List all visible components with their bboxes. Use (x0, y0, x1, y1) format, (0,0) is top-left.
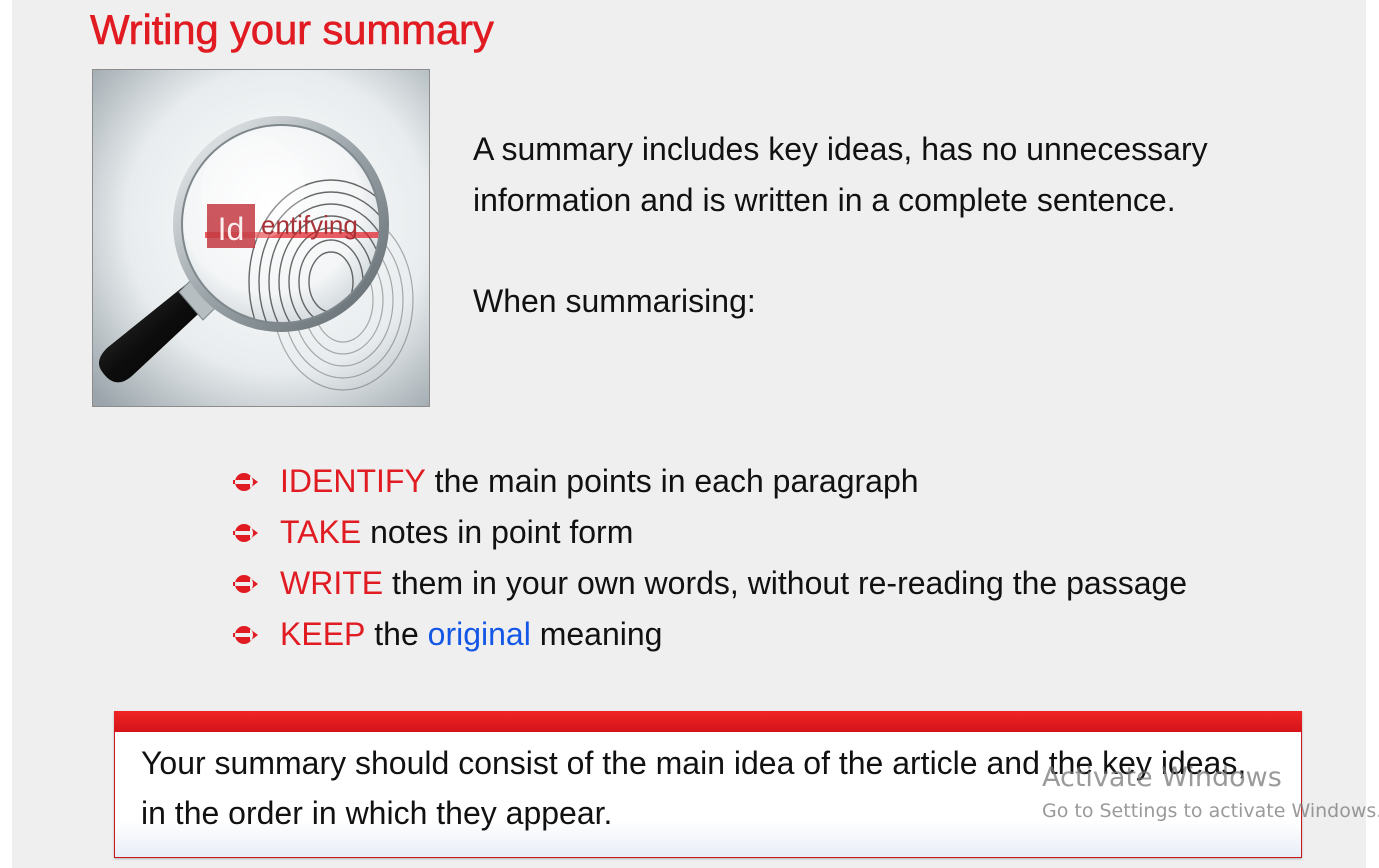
summary-note-box: Your summary should consist of the main … (114, 711, 1302, 858)
slide: Writing your summary Id entifying A summ… (12, 0, 1366, 868)
intro-text: A summary includes key ideas, has no unn… (473, 131, 1208, 218)
step-keyword: KEEP (280, 616, 366, 652)
arrow-bullet-icon (232, 623, 280, 647)
illustration-caption-prefix: Id (218, 211, 245, 247)
illustration-caption-rest: entifying (261, 210, 358, 240)
list-item: WRITE them in your own words, without re… (232, 558, 1187, 609)
step-text: notes in point form (361, 514, 634, 550)
note-header-bar (114, 711, 1302, 732)
step-text: them in your own words, without re-readi… (383, 565, 1188, 601)
arrow-bullet-icon (232, 470, 280, 494)
step-keyword: IDENTIFY (280, 463, 426, 499)
step-text: the main points in each paragraph (425, 463, 919, 499)
slide-title: Writing your summary (90, 6, 494, 54)
step-keyword: WRITE (280, 565, 384, 601)
lead-in-text: When summarising: (473, 283, 756, 319)
highlighted-word: original (427, 616, 531, 652)
step-text: the (365, 616, 428, 652)
summary-note-text: Your summary should consist of the main … (141, 745, 1247, 831)
arrow-bullet-icon (232, 521, 280, 545)
steps-list: IDENTIFY the main points in each paragra… (232, 456, 1187, 660)
fingerprint-magnifier-image: Id entifying (92, 69, 430, 407)
step-text: meaning (530, 616, 663, 652)
step-keyword: TAKE (280, 514, 362, 550)
arrow-bullet-icon (232, 572, 280, 596)
list-item: TAKE notes in point form (232, 507, 1187, 558)
list-item: IDENTIFY the main points in each paragra… (232, 456, 1187, 507)
list-item: KEEP the original meaning (232, 609, 1187, 660)
